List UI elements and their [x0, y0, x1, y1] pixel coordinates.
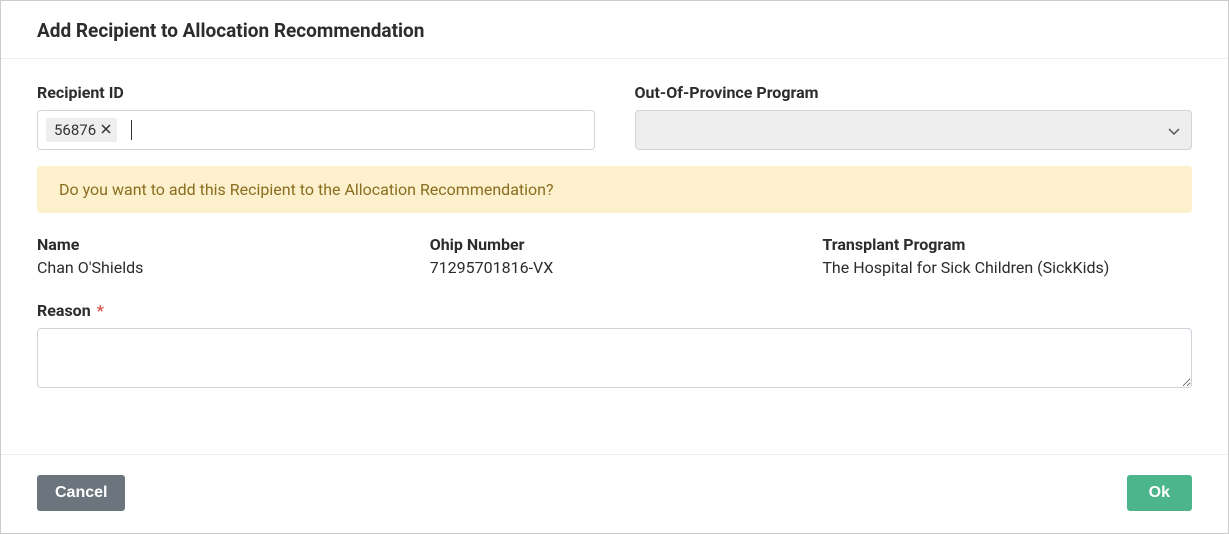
alert-message: Do you want to add this Recipient to the… — [59, 180, 554, 199]
confirmation-alert: Do you want to add this Recipient to the… — [37, 166, 1192, 213]
reason-group: Reason * — [37, 301, 1192, 392]
form-row-top: Recipient ID 56876 Out-Of-Province Progr… — [37, 83, 1192, 150]
ohip-label: Ohip Number — [430, 235, 823, 254]
name-label: Name — [37, 235, 430, 254]
recipient-id-tag-value: 56876 — [54, 121, 96, 139]
modal-header: Add Recipient to Allocation Recommendati… — [1, 1, 1228, 59]
modal-title: Add Recipient to Allocation Recommendati… — [37, 19, 1192, 42]
text-cursor — [131, 120, 132, 140]
cancel-button[interactable]: Cancel — [37, 475, 125, 511]
program-value: The Hospital for Sick Children (SickKids… — [822, 258, 1192, 277]
out-of-province-select-wrapper — [635, 110, 1193, 150]
out-of-province-label: Out-Of-Province Program — [635, 83, 1193, 102]
name-block: Name Chan O'Shields — [37, 235, 430, 277]
recipient-id-tag[interactable]: 56876 — [46, 118, 117, 142]
recipient-id-input[interactable]: 56876 — [37, 110, 595, 150]
recipient-id-label: Recipient ID — [37, 83, 595, 102]
modal-footer: Cancel Ok — [1, 454, 1228, 533]
reason-textarea[interactable] — [37, 328, 1192, 388]
close-icon[interactable] — [101, 123, 111, 137]
program-label: Transplant Program — [822, 235, 1192, 254]
required-asterisk: * — [97, 301, 104, 320]
add-recipient-modal: Add Recipient to Allocation Recommendati… — [0, 0, 1229, 534]
out-of-province-group: Out-Of-Province Program — [635, 83, 1193, 150]
ohip-block: Ohip Number 71295701816-VX — [430, 235, 823, 277]
ok-button[interactable]: Ok — [1127, 475, 1192, 511]
ohip-value: 71295701816-VX — [430, 258, 823, 277]
recipient-info-row: Name Chan O'Shields Ohip Number 71295701… — [37, 235, 1192, 277]
name-value: Chan O'Shields — [37, 258, 430, 277]
program-block: Transplant Program The Hospital for Sick… — [822, 235, 1192, 277]
recipient-id-group: Recipient ID 56876 — [37, 83, 595, 150]
out-of-province-select[interactable] — [635, 110, 1193, 150]
reason-label-text: Reason — [37, 301, 91, 320]
reason-label: Reason * — [37, 301, 1192, 320]
modal-body: Recipient ID 56876 Out-Of-Province Progr… — [1, 59, 1228, 454]
